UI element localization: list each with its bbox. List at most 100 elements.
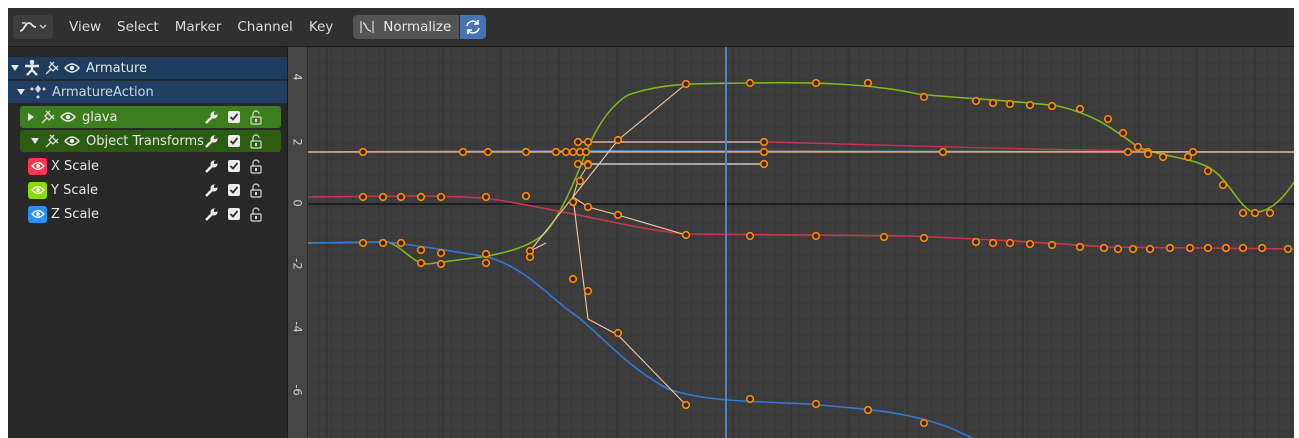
keyframe-point[interactable] (1103, 114, 1113, 124)
keyframe-point[interactable] (919, 418, 929, 428)
graph-area[interactable]: 4 2 0 -2 -4 -6 (288, 47, 1294, 438)
keyframe-point[interactable] (483, 147, 493, 157)
expand-triangle-icon[interactable] (8, 64, 22, 72)
eye-icon[interactable] (62, 62, 82, 74)
keyframe-point[interactable] (358, 238, 368, 248)
keyframe-point[interactable] (358, 192, 368, 202)
keyframe-point[interactable] (568, 274, 578, 284)
keyframe-point[interactable] (583, 202, 593, 212)
channel-x-scale[interactable]: X Scale (28, 155, 281, 177)
wrench-icon[interactable] (204, 134, 219, 149)
menu-view[interactable]: View (61, 8, 109, 46)
keyframe-point[interactable] (416, 245, 426, 255)
keyframe-point[interactable] (811, 231, 821, 241)
keyframe-point[interactable] (1218, 180, 1228, 190)
curve-canvas[interactable] (288, 47, 1294, 438)
channel-color-swatch[interactable] (28, 157, 47, 175)
keyframe-point[interactable] (481, 249, 491, 259)
keyframe-point[interactable] (1145, 244, 1155, 254)
keyframe-point[interactable] (1128, 244, 1138, 254)
keyframe-point[interactable] (1238, 208, 1248, 218)
channel-color-swatch[interactable] (28, 181, 47, 199)
keyframe-point[interactable] (863, 78, 873, 88)
keyframe-point[interactable] (988, 98, 998, 108)
keyframe-point[interactable] (568, 197, 578, 207)
keyframe-point[interactable] (551, 147, 561, 157)
keyframe-point[interactable] (613, 328, 623, 338)
unlock-icon[interactable] (249, 109, 263, 125)
keyframe-point[interactable] (568, 147, 578, 157)
menu-marker[interactable]: Marker (167, 8, 230, 46)
keyframe-point[interactable] (759, 137, 769, 147)
keyframe-point[interactable] (481, 258, 491, 268)
keyframe-point[interactable] (481, 192, 491, 202)
keyframe-point[interactable] (358, 147, 368, 157)
wrench-icon[interactable] (204, 183, 219, 198)
keyframe-point[interactable] (583, 286, 593, 296)
keyframe-point[interactable] (971, 237, 981, 247)
keyframe-point[interactable] (436, 259, 446, 269)
menu-select[interactable]: Select (109, 8, 167, 46)
keyframe-point[interactable] (521, 147, 531, 157)
keyframe-point[interactable] (759, 147, 769, 157)
unlock-icon[interactable] (249, 182, 263, 198)
keyframe-point[interactable] (1203, 243, 1213, 253)
keyframe-point[interactable] (879, 232, 889, 242)
keyframe-point[interactable] (416, 192, 426, 202)
keyframe-point[interactable] (1113, 244, 1123, 254)
wrench-icon[interactable] (204, 207, 219, 222)
checkbox-icon[interactable] (227, 110, 241, 124)
keyframe-point[interactable] (378, 192, 388, 202)
keyframe-point[interactable] (1118, 128, 1128, 138)
checkbox-icon[interactable] (227, 183, 241, 197)
auto-normalize-button[interactable] (460, 15, 487, 39)
keyframe-point[interactable] (1265, 208, 1275, 218)
keyframe-point[interactable] (575, 176, 585, 186)
keyframe-point[interactable] (1025, 239, 1035, 249)
eye-icon[interactable] (62, 135, 82, 147)
keyframe-point[interactable] (971, 96, 981, 106)
keyframe-point[interactable] (1203, 166, 1213, 176)
keyframe-point[interactable] (436, 248, 446, 258)
expand-triangle-icon[interactable] (28, 137, 42, 145)
unlock-icon[interactable] (249, 158, 263, 174)
keyframe-point[interactable] (1283, 244, 1293, 254)
channel-color-swatch[interactable] (28, 205, 47, 223)
keyframe-point[interactable] (525, 252, 535, 262)
eye-icon[interactable] (58, 111, 78, 123)
keyframe-point[interactable] (1165, 243, 1175, 253)
checkbox-icon[interactable] (227, 159, 241, 173)
keyframe-point[interactable] (1047, 101, 1057, 111)
pin-icon[interactable] (42, 133, 62, 149)
keyframe-point[interactable] (759, 159, 769, 169)
keyframe-point[interactable] (416, 258, 426, 268)
channel-group-glava[interactable]: glava (20, 106, 281, 128)
keyframe-point[interactable] (396, 238, 406, 248)
keyframe-point[interactable] (583, 137, 593, 147)
keyframe-point[interactable] (1158, 152, 1168, 162)
keyframe-point[interactable] (1133, 142, 1143, 152)
wrench-icon[interactable] (204, 159, 219, 174)
keyframe-point[interactable] (1005, 99, 1015, 109)
keyframe-point[interactable] (1250, 208, 1260, 218)
keyframe-point[interactable] (1257, 243, 1267, 253)
channel-z-scale[interactable]: Z Scale (28, 203, 281, 225)
keyframe-point[interactable] (581, 147, 591, 157)
channel-object-transforms[interactable]: Object Transforms (20, 130, 281, 152)
keyframe-point[interactable] (681, 79, 691, 89)
keyframe-point[interactable] (919, 92, 929, 102)
keyframe-point[interactable] (811, 399, 821, 409)
pin-icon[interactable] (38, 109, 58, 125)
channel-action[interactable]: ArmatureAction (8, 81, 287, 103)
keyframe-point[interactable] (1075, 104, 1085, 114)
keyframe-point[interactable] (1238, 243, 1248, 253)
keyframe-point[interactable] (811, 78, 821, 88)
checkbox-icon[interactable] (227, 207, 241, 221)
keyframe-point[interactable] (583, 160, 593, 170)
keyframe-point[interactable] (1183, 152, 1193, 162)
channel-y-scale[interactable]: Y Scale (28, 179, 281, 201)
keyframe-point[interactable] (573, 137, 583, 147)
keyframe-point[interactable] (1185, 243, 1195, 253)
keyframe-point[interactable] (613, 210, 623, 220)
editor-type-selector[interactable] (13, 15, 53, 39)
